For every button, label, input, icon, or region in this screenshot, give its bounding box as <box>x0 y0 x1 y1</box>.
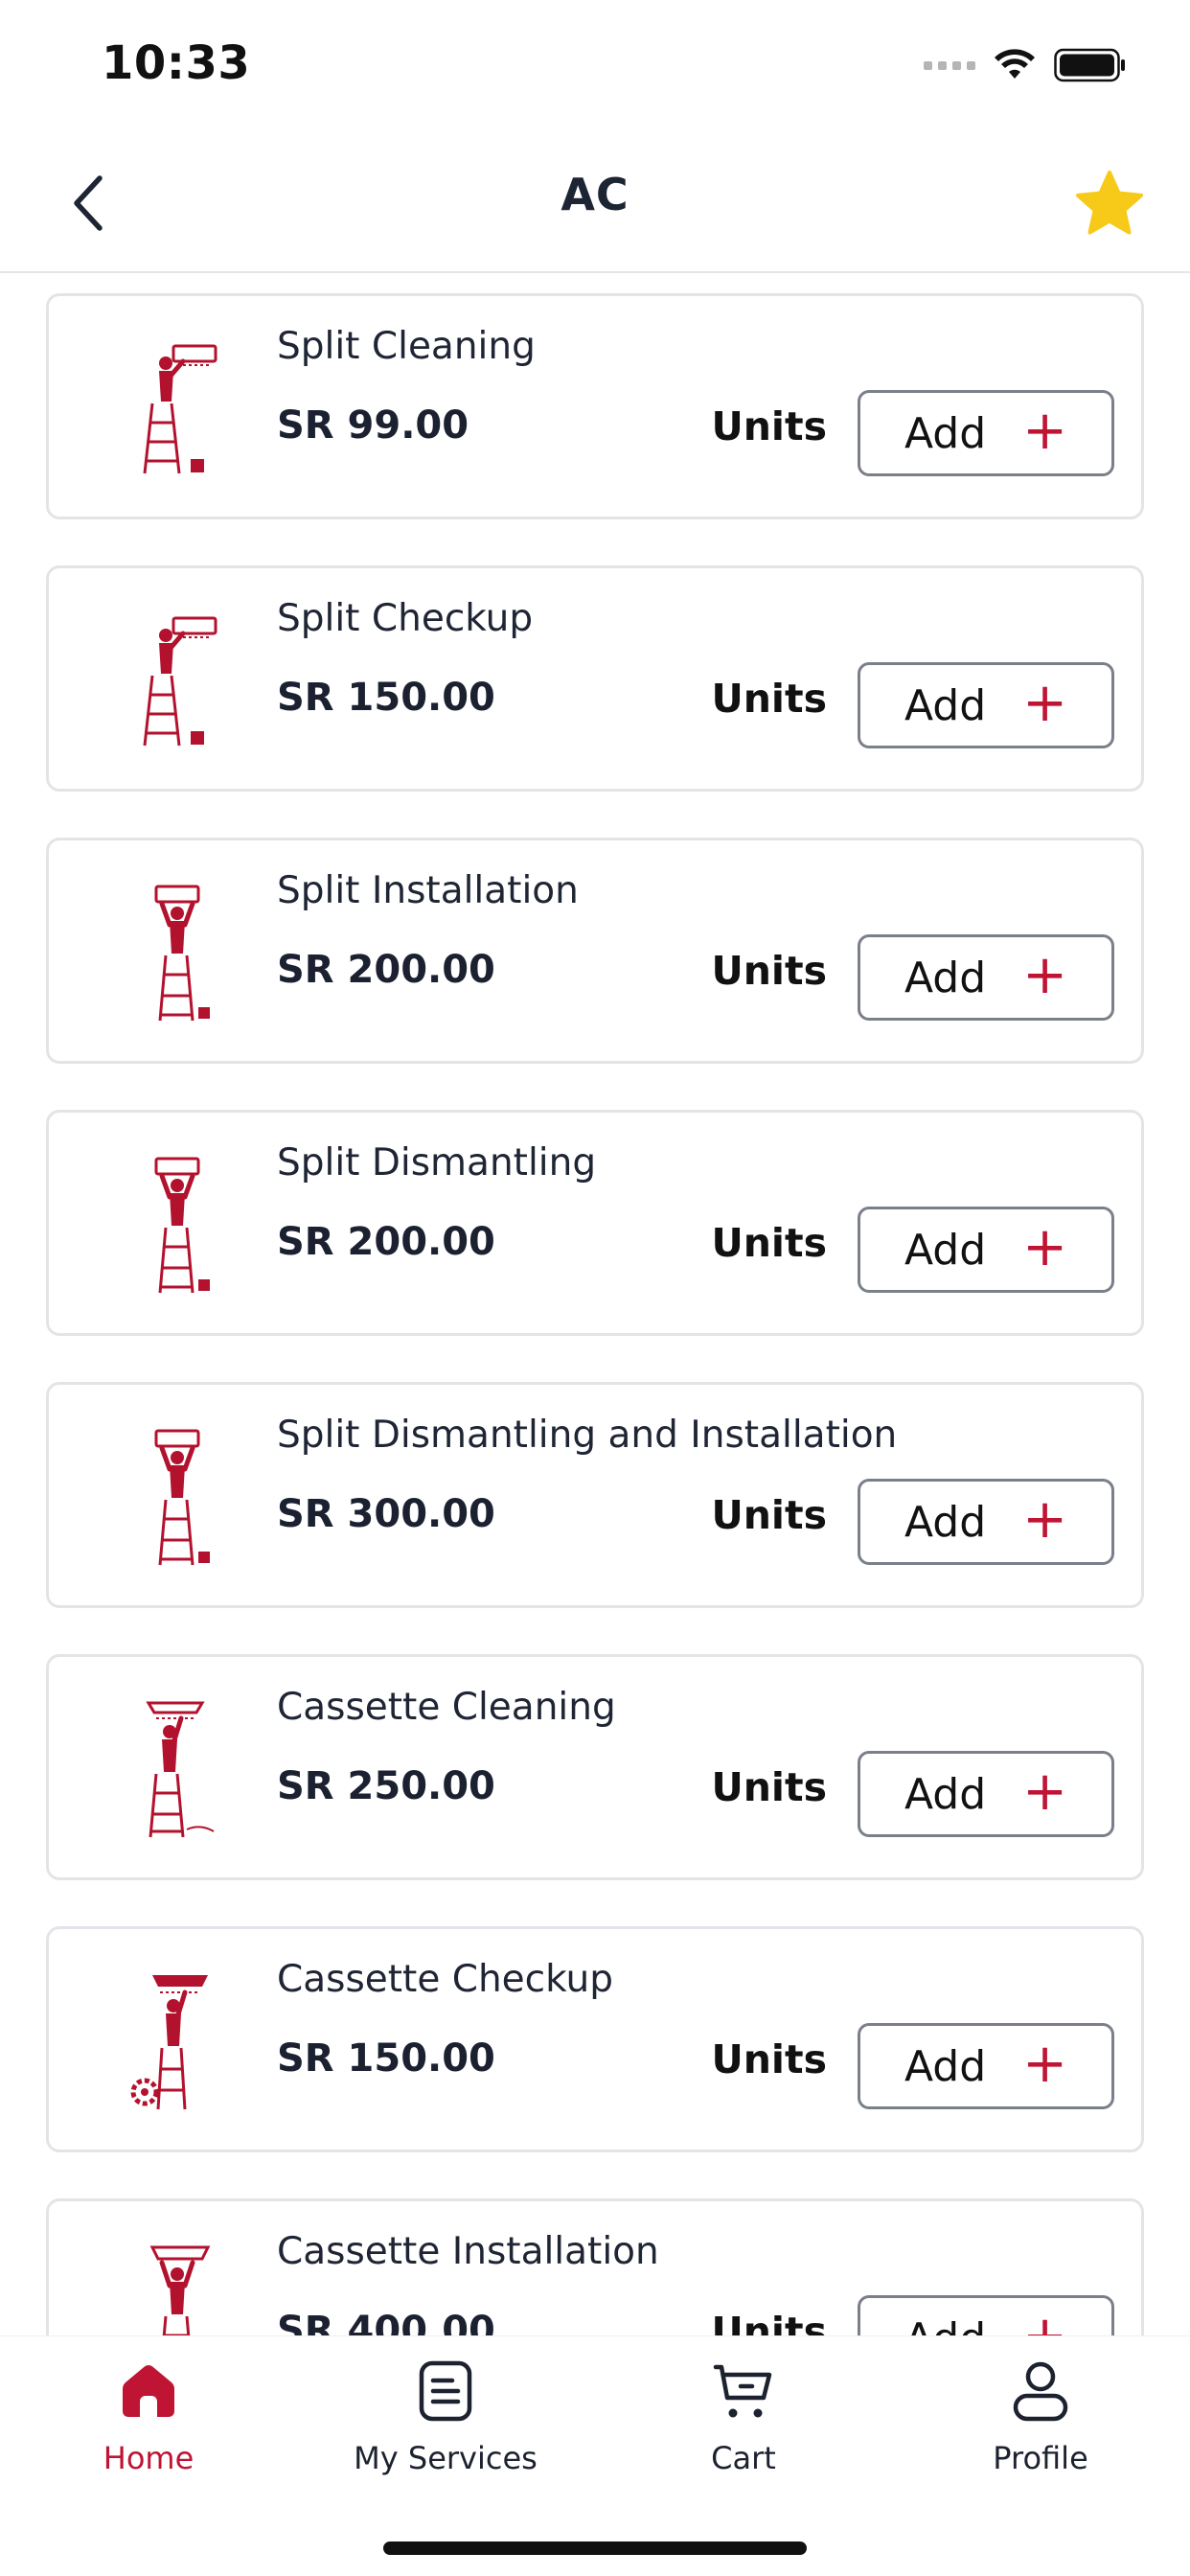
units-label: Units <box>711 403 827 449</box>
service-price: SR 99.00 <box>277 403 469 448</box>
add-button[interactable]: Add + <box>858 1751 1114 1837</box>
plus-icon: + <box>1022 2033 1068 2095</box>
star-icon <box>1076 171 1143 235</box>
bottom-tab-bar: Home My Services Cart Profile <box>0 2335 1190 2576</box>
service-card[interactable]: Split Cleaning SR 99.00 Units Add + <box>46 293 1144 519</box>
favorite-button[interactable] <box>1067 161 1152 245</box>
service-name: Cassette Checkup <box>277 1958 613 2001</box>
status-bar: 10:33 <box>0 0 1190 125</box>
service-card[interactable]: Split Checkup SR 150.00 Units Add + <box>46 565 1144 792</box>
service-card[interactable]: Split Installation SR 200.00 Units Add + <box>46 838 1144 1064</box>
add-label: Add <box>904 408 987 458</box>
service-card[interactable]: Cassette Checkup SR 150.00 Units Add + <box>46 1926 1144 2152</box>
service-price: SR 150.00 <box>277 676 495 720</box>
technician-ladder-icon <box>130 1975 208 2110</box>
service-card[interactable]: Split Dismantling and Installation SR 30… <box>46 1382 1144 1608</box>
home-indicator <box>383 2542 807 2555</box>
add-button[interactable]: Add + <box>858 1479 1114 1565</box>
tab-label: Profile <box>993 2440 1088 2476</box>
service-name: Split Installation <box>277 869 579 912</box>
tab-label: Home <box>103 2440 195 2476</box>
service-list[interactable]: Split Cleaning SR 99.00 Units Add + Spli… <box>0 275 1190 2335</box>
service-name: Split Dismantling <box>277 1141 597 1184</box>
service-card[interactable]: Split Dismantling SR 200.00 Units Add + <box>46 1110 1144 1336</box>
units-label: Units <box>711 2309 827 2335</box>
cart-icon <box>710 2356 777 2426</box>
tab-label: My Services <box>354 2440 538 2476</box>
add-label: Add <box>904 953 987 1002</box>
plus-icon: + <box>1022 1488 1068 1551</box>
service-price: SR 250.00 <box>277 1764 495 1808</box>
add-button[interactable]: Add + <box>858 662 1114 748</box>
add-label: Add <box>904 680 987 730</box>
service-name: Cassette Cleaning <box>277 1686 616 1729</box>
user-icon <box>1007 2356 1074 2426</box>
tab-profile[interactable]: Profile <box>892 2356 1189 2509</box>
technician-ladder-icon <box>143 344 217 474</box>
add-button[interactable]: Add + <box>858 2023 1114 2109</box>
app-screen: 10:33 AC Split Cleaning SR 99.00 Units A… <box>0 0 1190 2576</box>
tab-my-services[interactable]: My Services <box>297 2356 594 2509</box>
add-label: Add <box>904 1225 987 1275</box>
units-label: Units <box>711 2036 827 2082</box>
units-label: Units <box>711 1492 827 1538</box>
service-name: Split Dismantling and Installation <box>277 1414 898 1457</box>
plus-icon: + <box>1022 672 1068 734</box>
home-icon <box>115 2356 182 2426</box>
technician-ladder-icon <box>154 1429 210 1566</box>
tab-label: Cart <box>711 2440 776 2476</box>
units-label: Units <box>711 676 827 722</box>
tab-home[interactable]: Home <box>0 2356 297 2509</box>
plus-icon: + <box>1022 944 1068 1006</box>
service-card[interactable]: Cassette Cleaning SR 250.00 Units Add + <box>46 1654 1144 1880</box>
add-label: Add <box>904 1497 987 1547</box>
add-button[interactable]: Add + <box>858 390 1114 476</box>
battery-icon <box>1054 48 1125 82</box>
units-label: Units <box>711 1220 827 1266</box>
units-label: Units <box>711 948 827 994</box>
add-label: Add <box>904 2041 987 2091</box>
document-list-icon <box>412 2356 479 2426</box>
status-time: 10:33 <box>102 36 251 90</box>
add-label: Add <box>904 1769 987 1819</box>
add-button[interactable]: Add + <box>858 934 1114 1021</box>
service-price: SR 200.00 <box>277 948 495 992</box>
add-button[interactable]: Add + <box>858 1207 1114 1293</box>
technician-ladder-icon <box>146 1701 215 1838</box>
plus-icon: + <box>1022 1760 1068 1823</box>
service-price: SR 300.00 <box>277 1492 495 1536</box>
technician-ladder-icon <box>149 2245 211 2335</box>
tab-cart[interactable]: Cart <box>595 2356 892 2509</box>
service-price: SR 150.00 <box>277 2036 495 2081</box>
service-name: Cassette Installation <box>277 2230 659 2273</box>
service-card[interactable]: Cassette Installation SR 400.00 Units Ad… <box>46 2198 1144 2335</box>
service-price: SR 200.00 <box>277 1220 495 1264</box>
wifi-icon <box>995 49 1035 79</box>
plus-icon: + <box>1022 1216 1068 1278</box>
navigation-header: AC <box>0 134 1190 273</box>
technician-ladder-icon <box>143 616 217 747</box>
add-button[interactable]: Add + <box>858 2295 1114 2335</box>
units-label: Units <box>711 1764 827 1810</box>
status-indicators <box>924 46 1127 84</box>
service-name: Split Cleaning <box>277 325 536 368</box>
plus-icon: + <box>1022 400 1068 462</box>
technician-ladder-icon <box>154 885 210 1022</box>
page-title: AC <box>561 169 629 220</box>
service-name: Split Checkup <box>277 597 534 640</box>
cellular-signal-icon <box>924 60 975 70</box>
service-price: SR 400.00 <box>277 2309 495 2335</box>
add-label: Add <box>904 2314 986 2336</box>
technician-ladder-icon <box>154 1157 210 1294</box>
plus-icon: + <box>1022 2310 1067 2336</box>
